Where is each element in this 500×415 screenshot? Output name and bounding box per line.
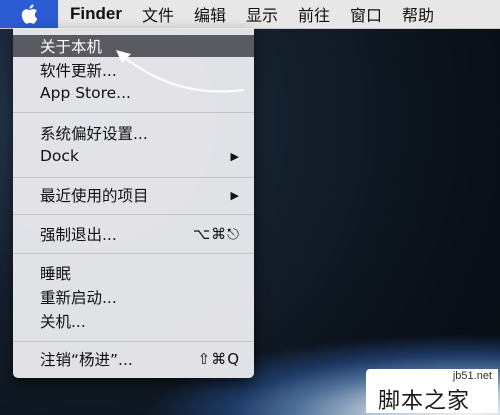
annotation-arrow-icon bbox=[116, 50, 245, 93]
watermark-site: jb51.net bbox=[452, 370, 492, 382]
watermark: jb51.net 脚本之家 bbox=[366, 369, 498, 414]
watermark-text: 脚本之家 bbox=[378, 389, 471, 414]
